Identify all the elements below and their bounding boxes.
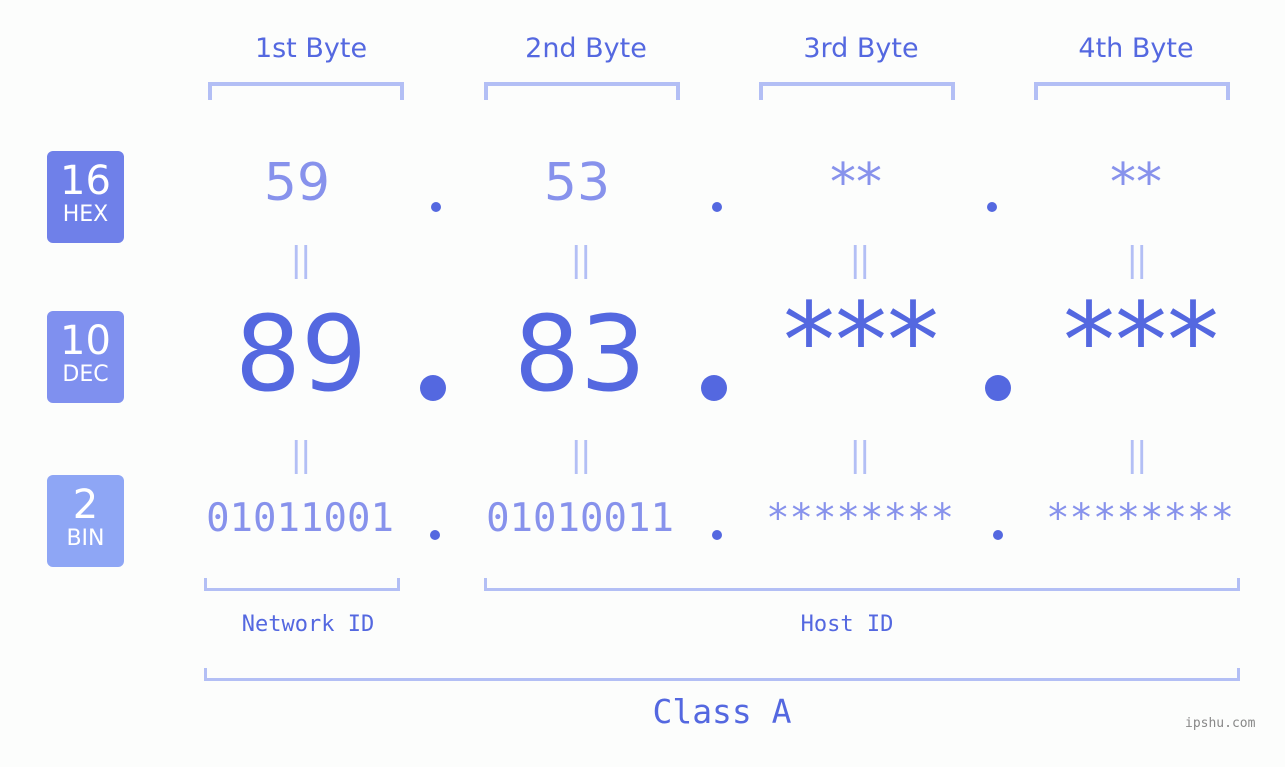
equals-sign: || [290,435,312,475]
dec-base: 10 [60,318,111,364]
dec-badge: 10 DEC [47,311,124,403]
dec-dot-3 [985,375,1011,401]
byte-bracket-3 [759,82,955,100]
equals-sign: || [849,435,871,475]
bin-label: BIN [66,526,105,551]
hex-byte-3: ** [830,153,882,213]
byte-bracket-4 [1034,82,1230,100]
host-id-label: Host ID [800,612,894,637]
hex-base: 16 [60,158,111,204]
hex-dot-2 [712,202,722,212]
byte-header-4: 4th Byte [1078,33,1194,64]
hex-byte-1: 59 [263,153,331,213]
class-label: Class A [652,692,792,731]
network-id-bracket [204,578,400,591]
dec-label: DEC [62,362,109,387]
hex-dot-3 [987,202,997,212]
class-bracket [204,668,1240,681]
equals-sign: || [1126,435,1148,475]
watermark: ipshu.com [1185,716,1256,731]
equals-sign: || [570,435,592,475]
bin-dot-3 [993,530,1003,540]
equals-sign: || [849,240,871,280]
hex-badge: 16 HEX [47,151,124,243]
bin-badge: 2 BIN [47,475,124,567]
dec-byte-1: 89 [234,293,368,415]
bin-dot-1 [430,530,440,540]
byte-bracket-1 [208,82,404,100]
dec-byte-4: *** [1063,280,1219,402]
bin-byte-4: ******** [1046,496,1234,541]
dec-byte-2: 83 [513,293,647,415]
hex-byte-2: 53 [543,153,611,213]
bin-dot-2 [712,530,722,540]
hex-byte-4: ** [1110,153,1162,213]
dec-byte-3: *** [783,280,939,402]
bin-byte-1: 01011001 [206,496,394,541]
host-id-bracket [484,578,1240,591]
network-id-label: Network ID [241,612,375,637]
bin-byte-2: 01010011 [486,496,674,541]
equals-sign: || [290,240,312,280]
bin-base: 2 [72,482,99,528]
equals-sign: || [570,240,592,280]
byte-header-1: 1st Byte [254,33,368,64]
dec-dot-1 [420,375,446,401]
byte-header-2: 2nd Byte [525,33,647,64]
hex-label: HEX [62,202,109,227]
hex-dot-1 [431,202,441,212]
dec-dot-2 [701,375,727,401]
byte-bracket-2 [484,82,680,100]
byte-header-3: 3rd Byte [803,33,919,64]
equals-sign: || [1126,240,1148,280]
bin-byte-3: ******** [766,496,954,541]
